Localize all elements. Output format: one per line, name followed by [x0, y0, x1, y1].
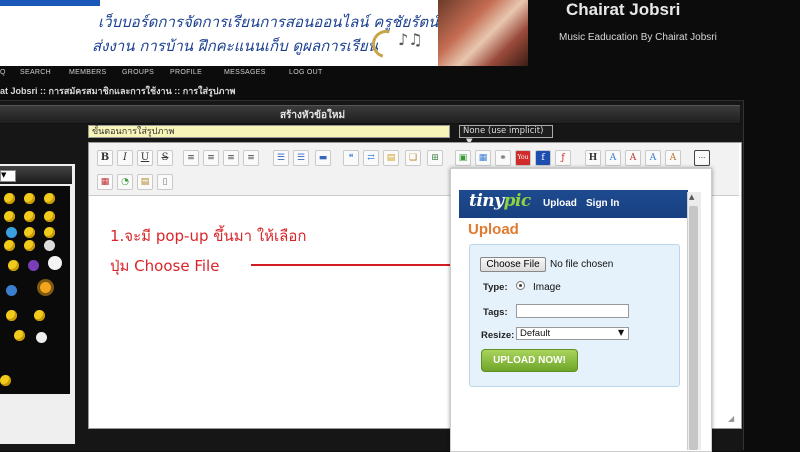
smiley-icon[interactable] — [6, 310, 17, 321]
source-icon[interactable]: ▯ — [157, 174, 173, 190]
remove-format-icon[interactable]: A — [665, 150, 681, 166]
type-label: Type: — [483, 282, 508, 293]
resize-grip-icon[interactable]: ◢ — [728, 414, 734, 423]
tags-input[interactable] — [516, 304, 629, 318]
star-smiley-icon[interactable] — [6, 227, 17, 238]
nav-profile[interactable]: PROFILE — [170, 69, 202, 76]
font-color-icon[interactable]: A — [625, 150, 641, 166]
date-icon[interactable]: ▦ — [97, 174, 113, 190]
align-right-button[interactable]: ≡ — [223, 150, 239, 166]
resize-label: Resize: — [481, 330, 515, 341]
nav-faq[interactable]: Q — [0, 69, 6, 76]
smiley-icon[interactable] — [4, 211, 15, 222]
banner-photo — [438, 0, 528, 66]
paste-icon[interactable]: ▤ — [137, 174, 153, 190]
smiley-icon[interactable] — [24, 227, 35, 238]
upload-now-button[interactable]: UPLOAD NOW! — [481, 349, 578, 372]
smiley-icon[interactable] — [28, 260, 39, 271]
annotation-arrow-shaft — [251, 264, 466, 266]
smiley-icon[interactable] — [34, 310, 45, 321]
tinypic-logo[interactable]: tinypic — [469, 191, 531, 211]
site-title: Chairat Jobsri — [566, 0, 681, 19]
font-select-value: None (use implicit) — [463, 126, 544, 136]
right-gutter — [743, 100, 800, 450]
smiley-icon[interactable] — [24, 193, 35, 204]
youtube-icon[interactable]: You — [515, 150, 531, 166]
code-icon[interactable]: ⇄ — [363, 150, 379, 166]
font-select[interactable]: None (use implicit) ▼ — [459, 125, 553, 147]
underline-button[interactable]: U — [137, 150, 153, 166]
scrollbar-thumb[interactable] — [689, 206, 698, 450]
font-face-icon[interactable]: A — [645, 150, 661, 166]
smiley-icon[interactable] — [44, 211, 55, 222]
logo-part-tiny: tiny — [469, 191, 504, 211]
smiley-icon[interactable] — [4, 193, 15, 204]
music-notes-icon: ♪♫ — [398, 30, 423, 49]
font-size-icon[interactable]: A — [605, 150, 621, 166]
nav-logout[interactable]: LOG OUT — [289, 69, 323, 76]
time-icon[interactable]: ◔ — [117, 174, 133, 190]
scroll-up-icon[interactable]: ▲ — [689, 193, 694, 201]
hide-icon[interactable]: ❏ — [405, 150, 421, 166]
smiley-icon[interactable] — [8, 260, 19, 271]
more-options-button[interactable]: ··· — [694, 150, 710, 166]
banner-text-line2: ส่งงาน การบ้าน ฝึกคะแนนเก็บ ดูผลการเรียน — [92, 37, 378, 55]
numbered-list-button[interactable]: ☰ — [293, 150, 309, 166]
align-center-button[interactable]: ≡ — [203, 150, 219, 166]
smiley-icon[interactable] — [24, 211, 35, 222]
facebook-icon[interactable]: f — [535, 150, 551, 166]
breadcrumb[interactable]: at Jobsri :: การสมัครสมาชิกและการใช้งาน … — [0, 84, 235, 98]
tags-label: Tags: — [483, 307, 508, 318]
bold-button[interactable]: B — [97, 150, 113, 166]
align-left-button[interactable]: ≡ — [183, 150, 199, 166]
top-nav: Q SEARCH MEMBERS GROUPS PROFILE MESSAGES… — [0, 69, 800, 81]
bullet-list-button[interactable]: ☰ — [273, 150, 289, 166]
smiley-icon[interactable] — [44, 193, 55, 204]
no-file-label: No file chosen — [550, 259, 614, 270]
italic-button[interactable]: I — [117, 150, 133, 166]
resize-select[interactable]: Default — [516, 327, 629, 340]
strikethrough-button[interactable]: S — [157, 150, 173, 166]
nav-members[interactable]: MEMBERS — [69, 69, 107, 76]
instruction-line-2: ปุ่ม Choose File — [110, 257, 220, 275]
sleepy-smiley-icon[interactable] — [6, 285, 17, 296]
smiley-icon[interactable] — [14, 330, 25, 341]
smiley-icon[interactable] — [48, 256, 62, 270]
quote-icon[interactable]: ❝ — [343, 150, 359, 166]
smiley-category-select[interactable]: ▼ — [0, 170, 16, 182]
logo-part-pic: pic — [503, 191, 532, 211]
smiley-icon[interactable] — [44, 240, 55, 251]
nav-messages[interactable]: MESSAGES — [224, 69, 266, 76]
form-header-title: สร้างหัวข้อใหม่ — [279, 110, 346, 121]
image-icon[interactable]: ▣ — [455, 150, 471, 166]
tinypic-signin-link[interactable]: Sign In — [586, 198, 619, 209]
tinypic-upload-title: Upload — [468, 221, 519, 238]
subject-input[interactable]: ขั้นตอนการใส่รูปภาพ — [88, 125, 450, 138]
smiley-icon[interactable] — [24, 240, 35, 251]
smiley-icon[interactable] — [4, 240, 15, 251]
nav-groups[interactable]: GROUPS — [122, 69, 154, 76]
smiley-icon[interactable] — [36, 332, 47, 343]
horizontal-rule-button[interactable]: ▬ — [315, 150, 331, 166]
type-image-radio[interactable] — [516, 281, 525, 290]
instruction-line-1: 1.จะมี pop-up ขึ้นมา ให้เลือก — [110, 227, 307, 245]
sun-smiley-icon[interactable] — [40, 282, 51, 293]
nav-search[interactable]: SEARCH — [20, 69, 51, 76]
align-justify-button[interactable]: ≡ — [243, 150, 259, 166]
chevron-down-icon: ▼ — [1, 171, 7, 179]
site-subtitle: Music Eaducation By Chairat Jobsri — [559, 32, 717, 43]
heading-button[interactable]: H — [585, 150, 601, 166]
flash-icon[interactable]: ƒ — [555, 150, 571, 166]
spoiler-icon[interactable]: ▤ — [383, 150, 399, 166]
type-image-label: Image — [533, 282, 561, 293]
table-icon[interactable]: ⊞ — [427, 150, 443, 166]
smiley-icon[interactable] — [44, 227, 55, 238]
upload-icon[interactable]: ▦ — [475, 150, 491, 166]
link-icon[interactable]: ⚭ — [495, 150, 511, 166]
tinypic-upload-link[interactable]: Upload — [543, 198, 577, 209]
chevron-down-icon: ▼ — [618, 328, 625, 337]
choose-file-button[interactable]: Choose File — [480, 257, 546, 272]
smiley-icon[interactable] — [0, 375, 11, 386]
banner-accent-bar — [0, 0, 100, 6]
